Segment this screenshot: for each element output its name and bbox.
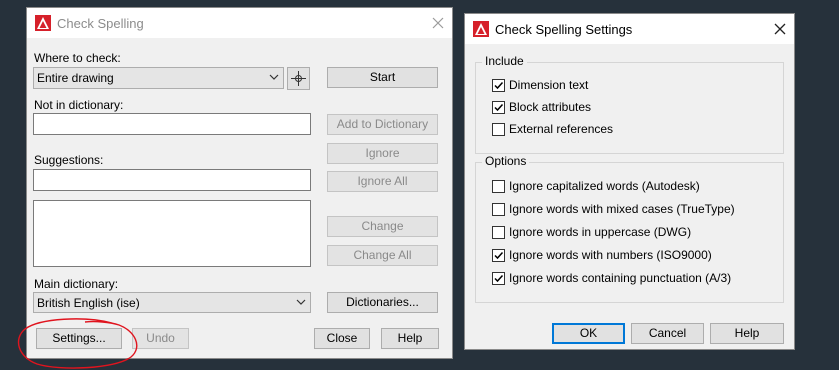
checkmark-icon xyxy=(494,81,504,90)
change-button[interactable]: Change xyxy=(327,216,438,237)
close-button[interactable]: Close xyxy=(314,328,370,349)
ignore-all-button[interactable]: Ignore All xyxy=(327,171,438,192)
options-group-title: Options xyxy=(482,154,530,168)
suggestion-field[interactable] xyxy=(33,169,311,191)
not-in-dictionary-label: Not in dictionary: xyxy=(34,98,124,112)
include-group: Include Dimension text Block attributes Ex… xyxy=(475,54,784,154)
checkbox-label: Ignore words containing punctuation (A/3… xyxy=(509,271,732,285)
chevron-down-icon xyxy=(296,299,306,305)
change-all-button[interactable]: Change All xyxy=(327,245,438,266)
dictionaries-button[interactable]: Dictionaries... xyxy=(327,292,438,313)
checkbox-label: External references xyxy=(509,122,614,136)
checkbox-label: Ignore capitalized words (Autodesk) xyxy=(509,179,700,193)
title-bar: Check Spelling xyxy=(27,8,452,38)
checkmark-icon xyxy=(494,103,504,112)
chevron-down-icon xyxy=(269,74,279,80)
check-spelling-dialog: Check Spelling Where to check: Entire dr… xyxy=(26,7,453,359)
checkbox-label: Dimension text xyxy=(509,78,589,92)
checkbox[interactable] xyxy=(492,249,505,262)
close-icon[interactable] xyxy=(771,20,789,38)
help-button[interactable]: Help xyxy=(710,323,784,344)
suggestions-label: Suggestions: xyxy=(34,153,104,167)
suggestions-list[interactable] xyxy=(33,200,311,267)
main-dictionary-label: Main dictionary: xyxy=(34,277,119,291)
checkbox[interactable] xyxy=(492,272,505,285)
check-spelling-settings-dialog: Check Spelling Settings Include Dimensio… xyxy=(464,13,795,350)
where-to-check-select[interactable]: Entire drawing xyxy=(33,67,284,89)
checkbox-label: Ignore words with mixed cases (TrueType) xyxy=(509,202,735,216)
crosshair-icon xyxy=(291,71,306,86)
close-icon[interactable] xyxy=(429,14,447,32)
start-button[interactable]: Start xyxy=(327,67,438,88)
where-to-check-label: Where to check: xyxy=(34,51,121,65)
title-bar: Check Spelling Settings xyxy=(465,14,794,44)
cancel-button[interactable]: Cancel xyxy=(631,323,704,344)
checkbox[interactable] xyxy=(492,123,505,136)
checkbox-label: Ignore words with numbers (ISO9000) xyxy=(509,248,712,262)
settings-button[interactable]: Settings... xyxy=(36,328,122,349)
checkbox-label: Ignore words in uppercase (DWG) xyxy=(509,225,692,239)
select-objects-button[interactable] xyxy=(287,67,310,90)
undo-button[interactable]: Undo xyxy=(132,328,189,349)
dialog-title: Check Spelling xyxy=(57,16,144,31)
checkbox-label: Block attributes xyxy=(509,100,592,114)
autocad-logo-icon xyxy=(35,15,51,31)
checkbox[interactable] xyxy=(492,79,505,92)
add-to-dictionary-button[interactable]: Add to Dictionary xyxy=(327,114,438,135)
where-to-check-value: Entire drawing xyxy=(37,71,114,85)
not-in-dictionary-field[interactable] xyxy=(33,113,311,135)
autocad-logo-icon xyxy=(473,21,489,37)
checkmark-icon xyxy=(494,274,504,283)
checkbox[interactable] xyxy=(492,203,505,216)
options-group: Options Ignore capitalized words (Autode… xyxy=(475,154,784,303)
checkbox[interactable] xyxy=(492,226,505,239)
help-button[interactable]: Help xyxy=(381,328,439,349)
checkbox[interactable] xyxy=(492,180,505,193)
main-dictionary-value: British English (ise) xyxy=(37,296,140,310)
ok-button[interactable]: OK xyxy=(552,323,625,344)
dialog-title: Check Spelling Settings xyxy=(495,22,633,37)
main-dictionary-select[interactable]: British English (ise) xyxy=(33,292,311,313)
checkbox[interactable] xyxy=(492,101,505,114)
ignore-button[interactable]: Ignore xyxy=(327,143,438,164)
checkmark-icon xyxy=(494,251,504,260)
include-group-title: Include xyxy=(482,54,527,68)
